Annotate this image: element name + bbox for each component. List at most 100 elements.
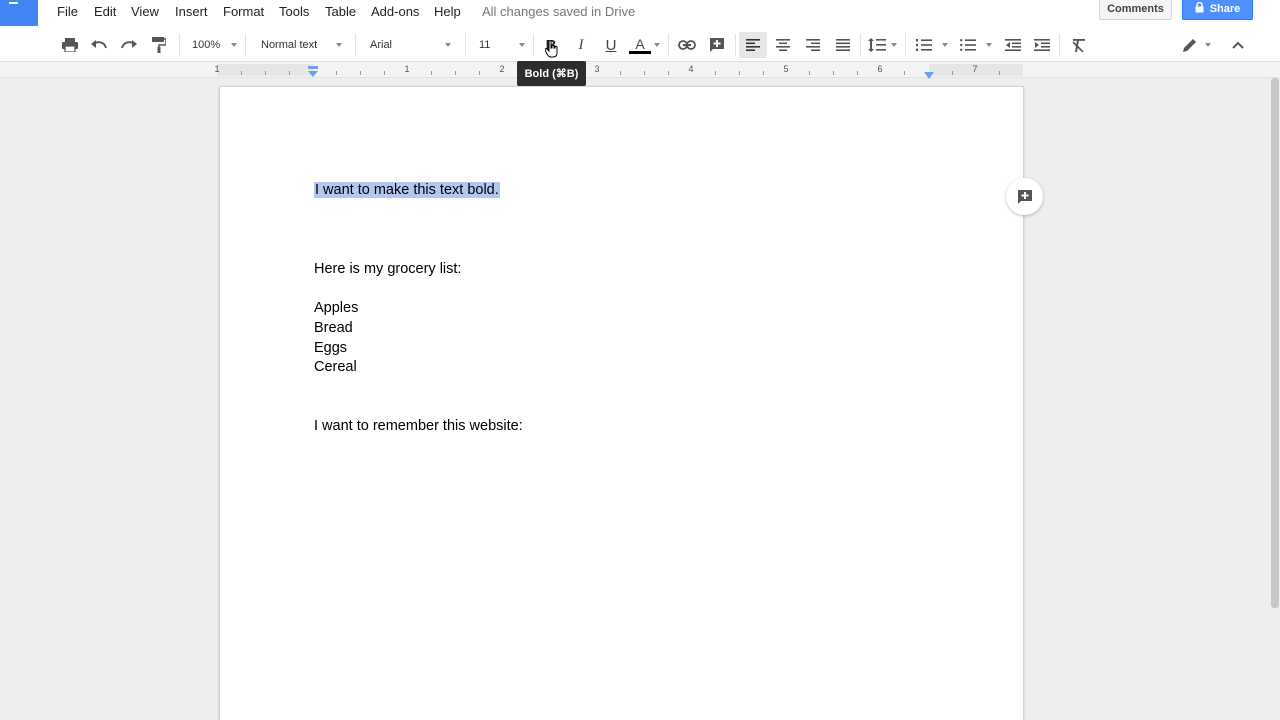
redo-icon[interactable] — [117, 32, 141, 58]
clear-formatting-icon[interactable] — [1067, 32, 1091, 58]
align-left-icon[interactable] — [739, 32, 767, 58]
style-value: Normal text — [261, 39, 318, 51]
font-dropdown[interactable]: Arial — [360, 32, 460, 58]
decrease-indent-icon[interactable] — [1001, 32, 1025, 58]
font-size-value: 11 — [479, 39, 491, 51]
chevron-down-icon[interactable] — [1205, 43, 1211, 47]
chevron-down-icon[interactable] — [942, 43, 948, 47]
ruler-tick — [833, 71, 834, 75]
ruler-tick — [668, 71, 669, 75]
ruler-tick — [336, 71, 337, 75]
list-item[interactable]: Apples — [314, 300, 358, 316]
text-color-swatch — [629, 50, 651, 54]
website-line[interactable]: I want to remember this website: — [314, 418, 523, 434]
pencil-editing-mode-icon[interactable] — [1178, 32, 1202, 58]
ruler-tick — [241, 71, 242, 75]
insert-comment-icon[interactable] — [705, 32, 729, 58]
menu-bar: File Edit View Insert Format Tools Table… — [0, 0, 1280, 28]
menu-tools[interactable]: Tools — [279, 4, 309, 19]
chevron-down-icon[interactable] — [986, 43, 992, 47]
zoom-dropdown[interactable]: 100% — [184, 32, 242, 58]
toolbar: 100% Normal text Arial 11 B I U A — [0, 28, 1280, 62]
google-docs-window: File Edit View Insert Format Tools Table… — [0, 0, 1280, 720]
docs-home-icon[interactable] — [0, 0, 38, 26]
zoom-value: 100% — [192, 39, 221, 51]
toolbar-separator — [905, 34, 906, 56]
bulleted-list-icon[interactable] — [956, 32, 980, 58]
toolbar-separator — [179, 34, 180, 56]
save-status[interactable]: All changes saved in Drive — [482, 4, 635, 19]
underline-button[interactable]: U — [599, 32, 623, 58]
ruler-tick — [455, 71, 456, 75]
numbered-list-icon[interactable] — [912, 32, 936, 58]
ruler-tick — [809, 71, 810, 75]
print-icon[interactable] — [58, 32, 82, 58]
collapse-chevron-up-icon[interactable] — [1226, 32, 1250, 58]
underline-icon: U — [605, 36, 617, 54]
ruler-tick — [644, 71, 645, 75]
align-justify-icon[interactable] — [831, 32, 855, 58]
menu-insert[interactable]: Insert — [175, 4, 208, 19]
document-page[interactable]: I want to make this text bold. Here is m… — [219, 86, 1024, 720]
add-comment-button[interactable] — [1006, 178, 1043, 215]
menu-edit[interactable]: Edit — [94, 4, 116, 19]
italic-button[interactable]: I — [569, 32, 593, 58]
ruler-tick — [479, 71, 480, 75]
menu-add-ons[interactable]: Add-ons — [371, 4, 419, 19]
ruler-tick — [715, 71, 716, 75]
chevron-down-icon — [231, 43, 237, 47]
comments-button[interactable]: Comments — [1099, 0, 1172, 20]
font-value: Arial — [370, 39, 393, 51]
toolbar-separator — [355, 34, 356, 56]
align-right-icon[interactable] — [801, 32, 825, 58]
increase-indent-icon[interactable] — [1030, 32, 1054, 58]
toolbar-separator — [465, 34, 466, 56]
ruler-tick — [952, 71, 953, 75]
toolbar-separator — [735, 34, 736, 56]
toolbar-separator — [860, 34, 861, 56]
ruler-label: 5 — [783, 64, 789, 74]
menu-file[interactable]: File — [57, 4, 78, 19]
ruler-tick — [431, 71, 432, 75]
vertical-scrollbar[interactable] — [1271, 78, 1279, 608]
ruler-label: 3 — [594, 64, 600, 74]
menu-table[interactable]: Table — [325, 4, 356, 19]
ruler-label: 4 — [688, 64, 694, 74]
text-color-icon: A — [635, 35, 645, 52]
menu-help[interactable]: Help — [434, 4, 461, 19]
ruler-tick — [289, 71, 290, 75]
ruler-tick — [904, 71, 905, 75]
list-item[interactable]: Cereal — [314, 359, 357, 375]
chevron-down-icon[interactable] — [654, 43, 660, 47]
menu-format[interactable]: Format — [223, 4, 264, 19]
toolbar-separator — [668, 34, 669, 56]
share-button[interactable]: Share — [1182, 0, 1253, 20]
grocery-intro[interactable]: Here is my grocery list: — [314, 261, 461, 277]
comments-button-label: Comments — [1107, 3, 1164, 15]
chevron-down-icon — [519, 43, 525, 47]
ruler-label: 1 — [404, 64, 410, 74]
line-spacing-icon[interactable] — [864, 32, 890, 58]
menu-view[interactable]: View — [131, 4, 159, 19]
ruler-label: 7 — [972, 64, 978, 74]
link-icon[interactable] — [675, 32, 699, 58]
list-item[interactable]: Eggs — [314, 340, 347, 356]
left-indent-marker-icon[interactable] — [307, 65, 319, 83]
lock-icon — [1195, 1, 1204, 16]
paint-format-icon[interactable] — [147, 32, 171, 58]
selected-text[interactable]: I want to make this text bold. — [314, 182, 500, 198]
ruler-tick — [739, 71, 740, 75]
ruler-tick — [265, 71, 266, 75]
text-color-button[interactable]: A — [626, 32, 654, 58]
undo-icon[interactable] — [87, 32, 111, 58]
ruler-tick — [763, 71, 764, 75]
chevron-down-icon[interactable] — [891, 43, 897, 47]
right-indent-marker-icon[interactable] — [923, 67, 935, 85]
align-center-icon[interactable] — [771, 32, 795, 58]
font-size-dropdown[interactable]: 11 — [470, 32, 530, 58]
style-dropdown[interactable]: Normal text — [250, 32, 350, 58]
list-item[interactable]: Bread — [314, 320, 353, 336]
share-button-label: Share — [1209, 3, 1241, 15]
ruler-label: 6 — [877, 64, 883, 74]
selected-paragraph[interactable]: I want to make this text bold. — [314, 182, 500, 198]
